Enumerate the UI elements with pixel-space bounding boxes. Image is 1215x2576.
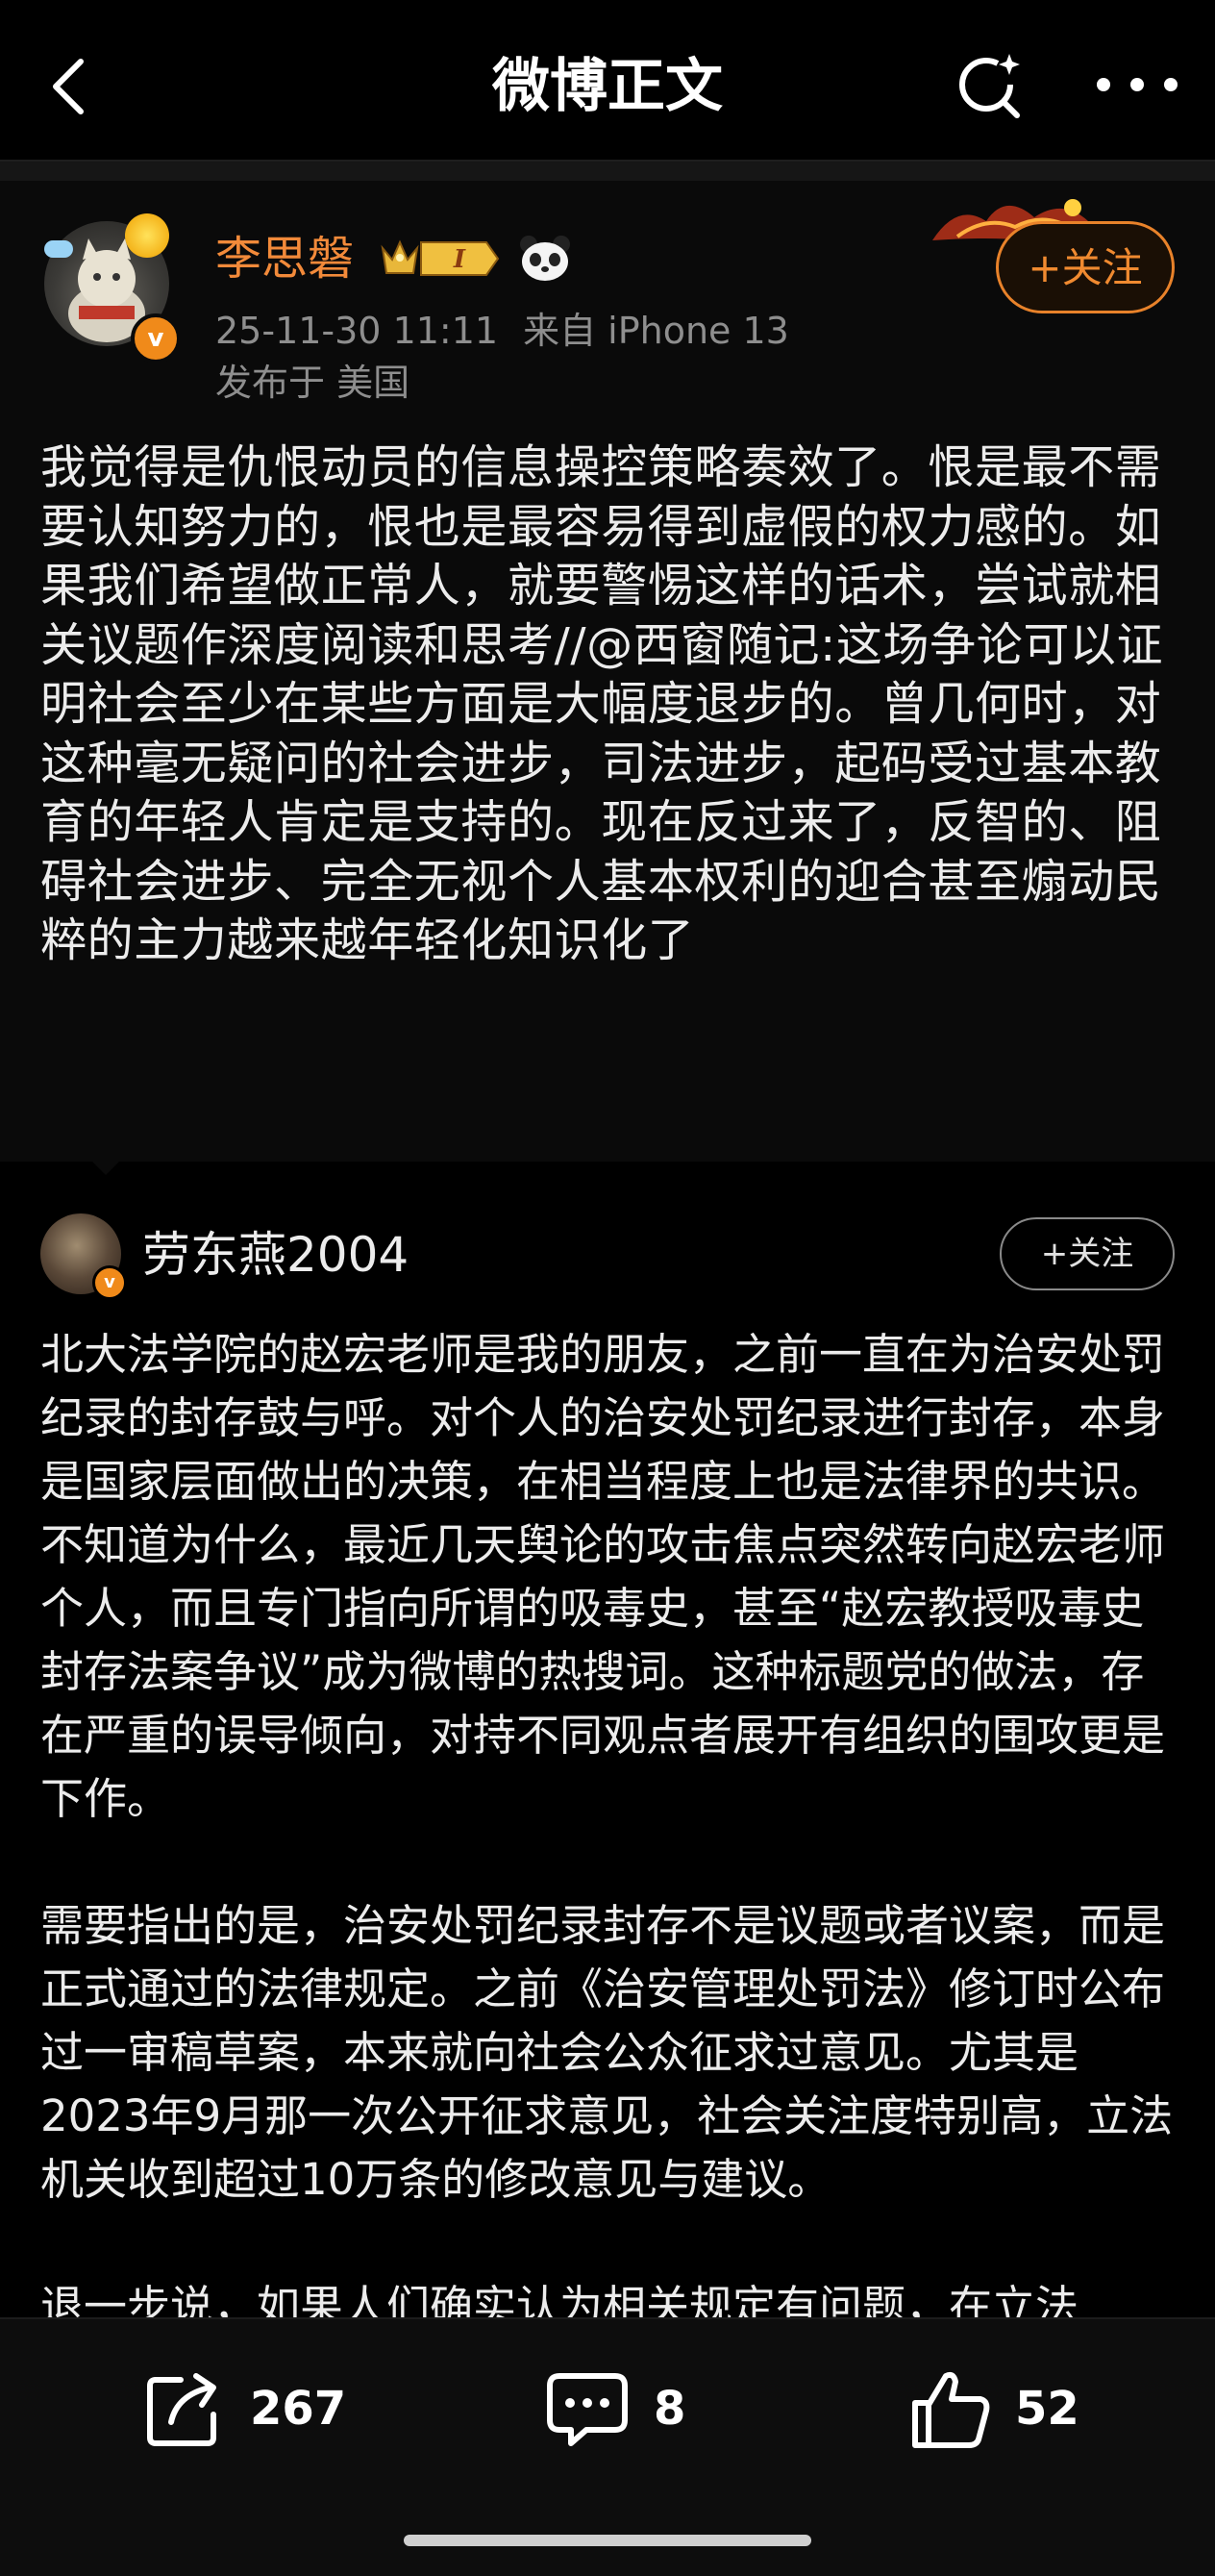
search-icon[interactable]: [952, 46, 1029, 123]
thread-pointer: [81, 1150, 131, 1175]
paragraph: 北大法学院的赵宏老师是我的朋友，之前一直在为治安处罚纪录的封存鼓与呼。对个人的治…: [40, 1329, 1166, 1824]
post-location: 发布于 美国: [215, 362, 410, 404]
share-icon: [147, 2373, 216, 2446]
panda-icon: [517, 233, 573, 283]
page-title: 微博正文: [492, 53, 723, 120]
like-count: 52: [1015, 2382, 1079, 2436]
verified-badge: v: [131, 313, 181, 363]
post-meta: 25-11-30 11:11 来自 iPhone 13: [215, 306, 789, 356]
header-divider: [0, 160, 1215, 183]
like-button[interactable]: 52: [907, 2365, 1079, 2452]
follow-button-secondary[interactable]: +关注: [1000, 1217, 1175, 1290]
share-button[interactable]: 267: [142, 2365, 346, 2452]
home-indicator[interactable]: [404, 2535, 811, 2546]
post-timestamp: 25-11-30 11:11: [215, 310, 499, 352]
paragraph: 需要指出的是，治安处罚纪录封存不是议题或者议案，而是正式通过的法律规定。之前《治…: [40, 1900, 1174, 2205]
svg-text:I: I: [453, 245, 466, 274]
share-count: 267: [250, 2382, 347, 2436]
repost-text: 北大法学院的赵宏老师是我的朋友，之前一直在为治安处罚纪录的封存鼓与呼。对个人的治…: [40, 1323, 1178, 2402]
follow-button[interactable]: +关注: [996, 221, 1175, 313]
commenter-name[interactable]: 劳东燕2004: [142, 1223, 409, 1287]
author-name[interactable]: 李思磐: [215, 227, 354, 290]
post-source: 来自 iPhone 13: [523, 310, 789, 352]
original-post-text: 我觉得是仇恨动员的信息操控策略奏效了。恨是最不需要认知努力的，恨也是最容易得到虚…: [40, 440, 1164, 967]
cloud-icon: [44, 240, 73, 258]
comment-count: 8: [654, 2382, 686, 2436]
sun-icon: [125, 213, 169, 258]
more-options-icon[interactable]: [1084, 56, 1190, 113]
thumbs-up-icon: [912, 2371, 990, 2448]
comment-icon: [547, 2373, 628, 2446]
verified-badge: v: [92, 1265, 127, 1300]
vip-crown-badge-icon[interactable]: I: [379, 235, 504, 283]
comment-button[interactable]: 8: [544, 2365, 685, 2452]
